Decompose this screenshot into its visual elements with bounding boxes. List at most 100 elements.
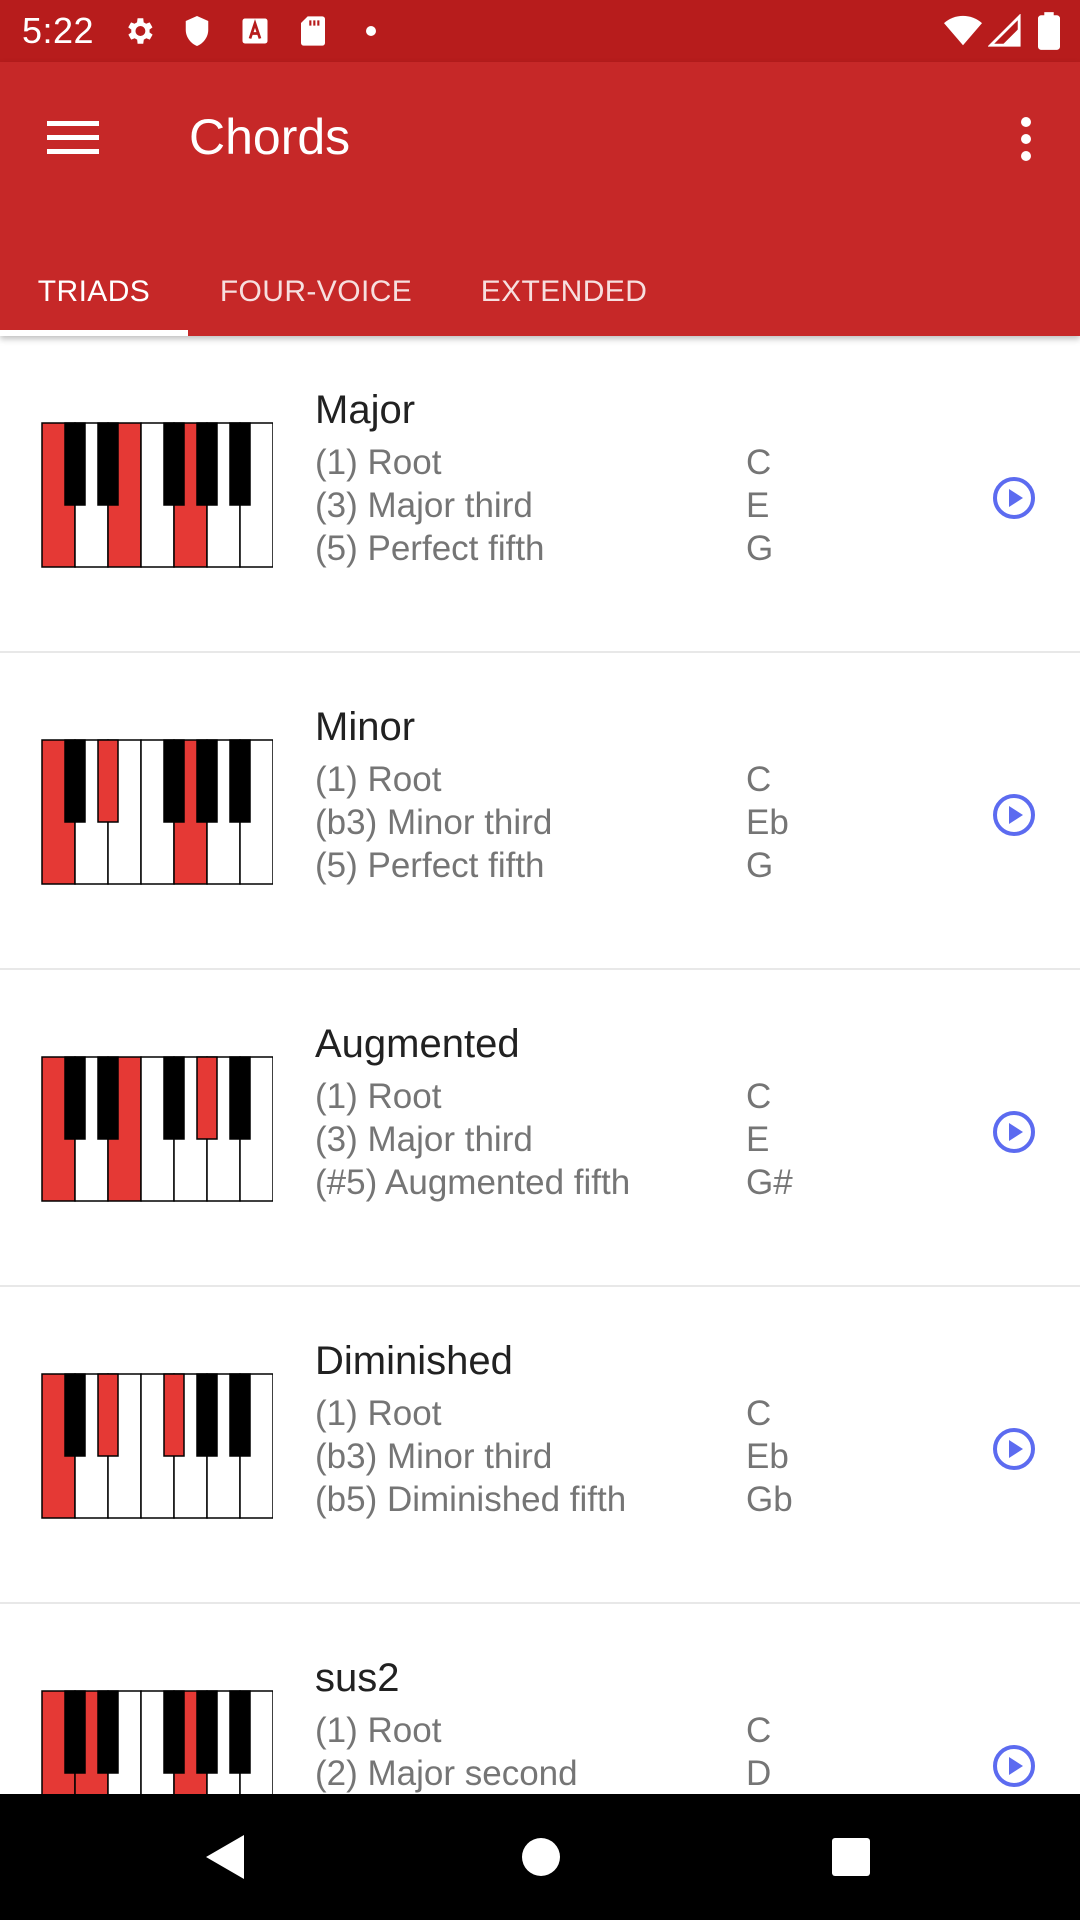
chord-notes: CD: [746, 1709, 771, 1794]
black-key-F#: [163, 1056, 185, 1140]
note-label: Eb: [746, 803, 789, 842]
play-circle-icon[interactable]: [988, 472, 1040, 524]
app-bar: Chords TRIADS FOUR-VOICE EXTENDED: [0, 62, 1080, 336]
note-label: E: [746, 486, 770, 525]
black-key-C#: [64, 422, 86, 506]
play-circle-icon[interactable]: [988, 789, 1040, 841]
wifi-icon: [944, 12, 982, 50]
black-key-C#: [64, 739, 86, 823]
note-label: Eb: [746, 1437, 789, 1476]
black-key-G#: [196, 422, 218, 506]
recents-icon[interactable]: [816, 1822, 886, 1892]
chord-name: Diminished: [315, 1339, 513, 1383]
black-key-C#: [64, 1056, 86, 1140]
interval-label: (1) Root: [315, 1394, 442, 1433]
note-label: C: [746, 1711, 772, 1750]
interval-label: (1) Root: [315, 443, 442, 482]
signal-icon: [986, 12, 1024, 50]
interval-label: (1) Root: [315, 1077, 442, 1116]
page-title: Chords: [189, 109, 351, 165]
black-key-G#: [196, 1690, 218, 1774]
black-key-G#: [196, 1373, 218, 1457]
battery-icon: [1030, 12, 1068, 50]
interval-label: (b5) Diminished fifth: [315, 1480, 627, 1519]
play-circle-icon[interactable]: [988, 1423, 1040, 1475]
note-label: C: [746, 443, 772, 482]
dot-icon: [352, 12, 390, 50]
interval-label: (5) Perfect fifth: [315, 846, 545, 885]
gear-icon: [120, 12, 158, 50]
piano-keyboard-diagram: [41, 1373, 273, 1519]
piano-keyboard-diagram: [41, 1056, 273, 1202]
black-key-C#: [64, 1690, 86, 1774]
chord-item[interactable]: Major (1) Root (3) Major third (5) Perfect …: [0, 336, 1080, 653]
note-label: G: [746, 846, 774, 885]
piano-keyboard-diagram: [41, 422, 273, 568]
play-circle-icon[interactable]: [988, 1740, 1040, 1792]
status-time: 5:22: [22, 10, 95, 51]
chord-item[interactable]: Minor (1) Root (b3) Minor third (5) Perfect…: [0, 653, 1080, 970]
a-icon: [236, 12, 274, 50]
black-key-A#: [229, 1690, 251, 1774]
black-key-F#: [163, 739, 185, 823]
note-label: C: [746, 760, 772, 799]
black-key-A#: [229, 739, 251, 823]
back-icon[interactable]: [190, 1822, 260, 1892]
tab-bar: TRIADS FOUR-VOICE EXTENDED: [0, 248, 1080, 336]
note-label: C: [746, 1077, 772, 1116]
chord-name: Augmented: [315, 1022, 520, 1066]
play-circle-icon[interactable]: [988, 1106, 1040, 1158]
tab-four-voice[interactable]: FOUR-VOICE: [206, 248, 426, 336]
interval-label: (3) Major third: [315, 1120, 533, 1159]
chord-name: sus2: [315, 1656, 400, 1700]
piano-keyboard-diagram: [41, 1690, 273, 1794]
piano-keyboard-diagram: [41, 739, 273, 885]
chord-notes: CEG: [746, 441, 773, 570]
status-bar: 5:22: [0, 0, 1080, 62]
chord-name: Major: [315, 388, 416, 432]
more-vert-icon[interactable]: [996, 104, 1056, 174]
interval-label: (b3) Minor third: [315, 1437, 553, 1476]
black-key-F#: [163, 1690, 185, 1774]
chord-intervals: (1) Root (b3) Minor third (b5) Diminished …: [315, 1392, 626, 1521]
shield-icon: [178, 12, 216, 50]
interval-label: (b3) Minor third: [315, 803, 553, 842]
chord-list[interactable]: Major (1) Root (3) Major third (5) Perfect …: [0, 336, 1080, 1794]
tab-extended[interactable]: EXTENDED: [466, 248, 662, 336]
chord-item[interactable]: Diminished (1) Root (b3) Minor third (b5) D…: [0, 1287, 1080, 1604]
chord-intervals: (1) Root (3) Major third (5) Perfect fifth: [315, 441, 545, 570]
sd-card-icon: [294, 12, 332, 50]
note-label: G#: [746, 1163, 793, 1202]
black-key-A#: [229, 1056, 251, 1140]
home-icon[interactable]: [506, 1822, 576, 1892]
black-key-D#: [97, 739, 119, 823]
note-label: D: [746, 1754, 772, 1793]
interval-label: (2) Major second: [315, 1754, 578, 1793]
black-key-D#: [97, 1373, 119, 1457]
navigation-bar: [0, 1794, 1080, 1920]
chord-item[interactable]: sus2 (1) Root (2) Major second C D: [0, 1604, 1080, 1794]
chord-intervals: (1) Root (3) Major third (#5) Augmented fi…: [315, 1075, 630, 1204]
chord-intervals: (1) Root (b3) Minor third (5) Perfect fift…: [315, 758, 552, 887]
black-key-C#: [64, 1373, 86, 1457]
chord-notes: C E G#: [746, 1075, 793, 1204]
note-label: C: [746, 1394, 772, 1433]
chord-item[interactable]: Augmented (1) Root (3) Major third (#5) Aug…: [0, 970, 1080, 1287]
hamburger-menu-icon[interactable]: [38, 108, 108, 168]
black-key-G#: [196, 1056, 218, 1140]
chord-name: Minor: [315, 705, 416, 749]
interval-label: (1) Root: [315, 760, 442, 799]
black-key-F#: [163, 1373, 185, 1457]
chord-notes: C Eb G: [746, 758, 789, 887]
black-key-D#: [97, 422, 119, 506]
note-label: E: [746, 1120, 770, 1159]
black-key-D#: [97, 1056, 119, 1140]
black-key-D#: [97, 1690, 119, 1774]
note-label: G: [746, 529, 774, 568]
black-key-G#: [196, 739, 218, 823]
tab-triads[interactable]: TRIADS: [0, 248, 188, 336]
chord-intervals: (1) Root (2) Major second: [315, 1709, 578, 1794]
note-label: Gb: [746, 1480, 793, 1519]
black-key-A#: [229, 1373, 251, 1457]
interval-label: (1) Root: [315, 1711, 442, 1750]
